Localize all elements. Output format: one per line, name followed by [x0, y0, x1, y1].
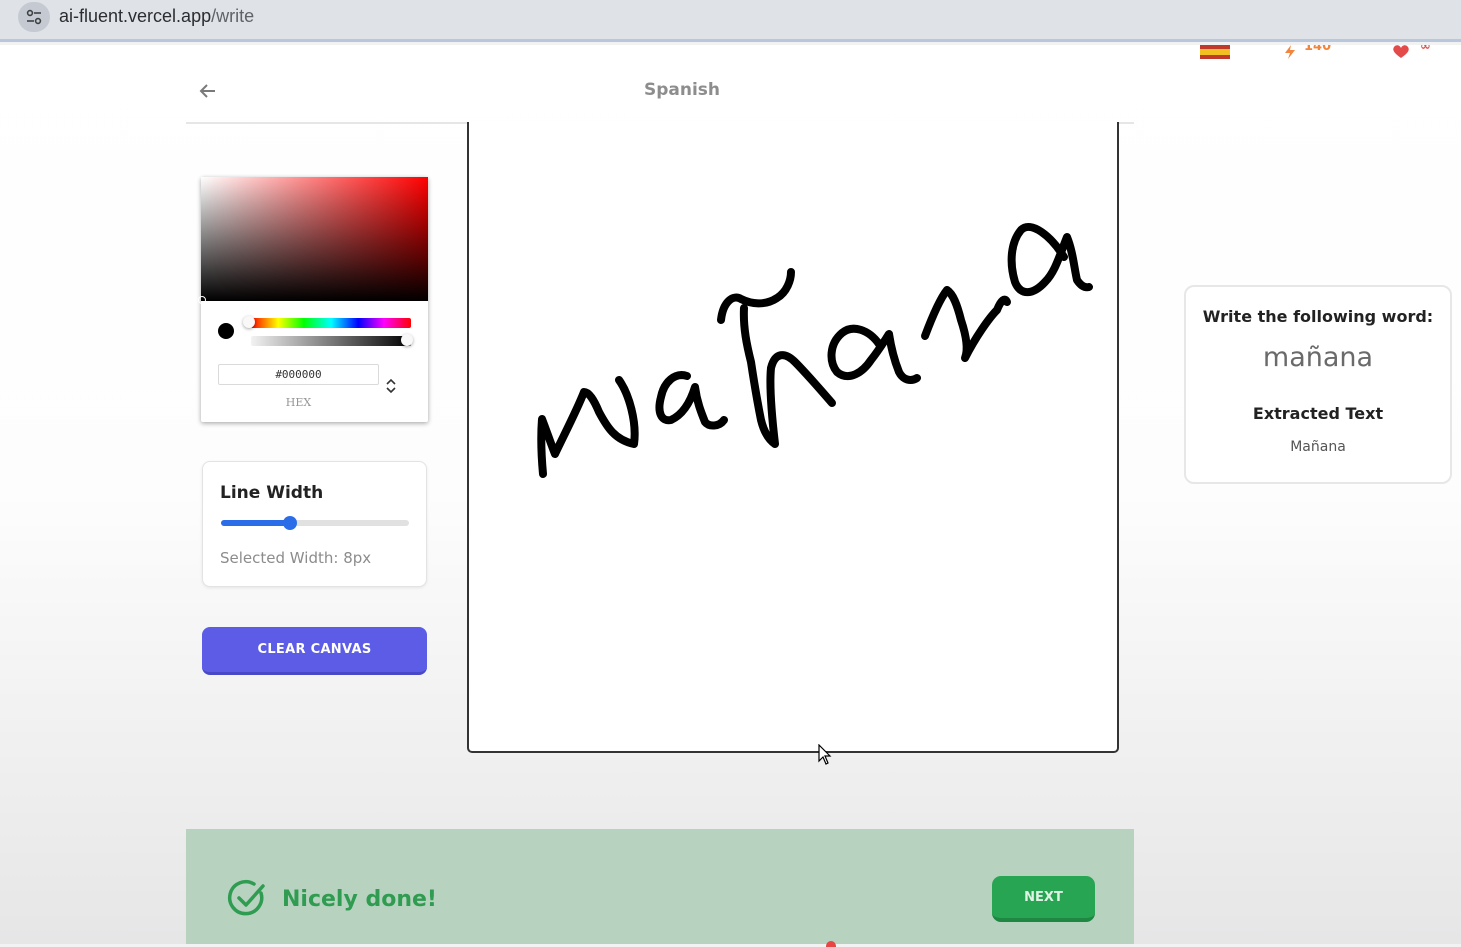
notification-dot [826, 941, 836, 947]
url-text[interactable]: ai-fluent.vercel.app/write [59, 6, 254, 27]
extracted-text-value: Mañana [1290, 439, 1346, 455]
drawing-canvas[interactable] [467, 122, 1119, 753]
page-title: Spanish [643, 80, 721, 100]
spain-flag-icon[interactable] [1200, 45, 1230, 59]
streak-counter: 140 [1283, 45, 1343, 59]
slider-fill [221, 520, 291, 526]
hearts-counter: ∞ [1392, 45, 1442, 59]
hue-handle[interactable] [243, 316, 255, 328]
success-footer: Nicely done! NEXT [186, 829, 1134, 944]
prompt-word: mañana [1262, 342, 1374, 373]
color-picker: HEX [198, 177, 428, 422]
chevron-up-down-icon [386, 378, 396, 394]
extracted-text-label: Extracted Text [1252, 404, 1384, 423]
browser-address-bar[interactable]: ai-fluent.vercel.app/write [0, 0, 1461, 42]
prompt-card: Write the following word: mañana Extract… [1184, 285, 1452, 484]
clear-canvas-button[interactable]: CLEAR CANVAS [202, 627, 427, 675]
selected-width-label: Selected Width: 8px [220, 549, 372, 567]
url-path: /write [211, 6, 255, 26]
line-width-card: Line Width Selected Width: 8px [202, 461, 427, 587]
heart-icon [1393, 45, 1409, 58]
line-width-title: Line Width [220, 483, 324, 503]
prompt-instruction: Write the following word: [1202, 307, 1434, 326]
site-settings-icon[interactable] [18, 2, 50, 32]
lightning-icon [1285, 45, 1295, 59]
alpha-slider[interactable] [251, 336, 411, 346]
slider-thumb[interactable] [283, 516, 298, 530]
check-circle-icon [227, 879, 265, 916]
saturation-area[interactable] [201, 177, 428, 301]
hex-input[interactable] [218, 364, 379, 385]
back-button[interactable] [198, 80, 218, 102]
format-toggle[interactable] [384, 377, 398, 395]
hex-label: HEX [285, 396, 312, 409]
mouse-cursor-icon [818, 743, 832, 770]
hue-slider[interactable] [251, 318, 411, 328]
next-button[interactable]: NEXT [992, 876, 1095, 922]
saturation-handle[interactable] [198, 296, 206, 304]
color-swatch [218, 323, 234, 339]
arrow-left-icon [199, 84, 215, 98]
success-message: Nicely done! [282, 887, 437, 912]
handwriting-strokes [537, 222, 1093, 478]
url-host: ai-fluent.vercel.app [59, 6, 212, 26]
alpha-handle[interactable] [401, 334, 413, 346]
line-width-slider[interactable] [221, 520, 409, 526]
